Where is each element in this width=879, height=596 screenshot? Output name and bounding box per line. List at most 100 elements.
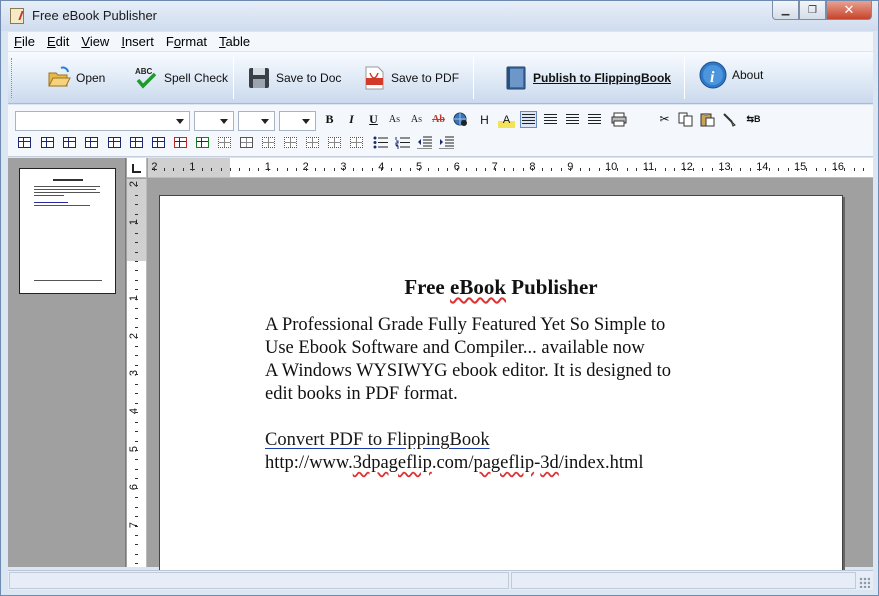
font-name-select[interactable] <box>15 111 190 131</box>
align-center-icon[interactable] <box>542 111 559 128</box>
ruler-tick <box>608 168 609 171</box>
url-part: 3dpageflip <box>352 453 432 473</box>
insert-row-above-icon[interactable] <box>39 134 56 151</box>
minimize-button[interactable]: ▁ <box>772 1 799 20</box>
toolbar-grip[interactable] <box>11 58 14 98</box>
svg-text:ABC: ABC <box>135 67 153 76</box>
ruler-tick <box>135 195 138 196</box>
title-bar[interactable]: Free eBook Publisher ▁ ❐ ✕ <box>1 1 878 31</box>
underline-button[interactable]: U <box>365 111 382 128</box>
paste-icon[interactable] <box>699 111 716 128</box>
align-left-icon[interactable] <box>520 111 537 128</box>
ruler-tick <box>306 168 307 171</box>
insert-column-right-icon[interactable] <box>128 134 145 151</box>
ruler-tick <box>135 185 138 186</box>
menu-edit[interactable]: Edit <box>47 34 69 49</box>
ruler-tick <box>419 168 420 171</box>
cell-border-top-icon[interactable] <box>304 134 321 151</box>
ruler-number: 15 <box>794 161 807 173</box>
strikethrough-icon[interactable]: Ab <box>430 111 447 128</box>
ruler-tick <box>135 346 138 347</box>
merge-cells-icon[interactable] <box>172 134 189 151</box>
numbered-list-icon[interactable] <box>394 134 411 151</box>
ruler-number: 4 <box>378 161 385 173</box>
ruler-tick <box>135 299 138 300</box>
italic-button[interactable]: I <box>343 111 360 128</box>
ruler-tick <box>617 168 618 171</box>
document-body[interactable]: Free eBook Publisher A Professional Grad… <box>265 276 765 475</box>
vertical-ruler[interactable]: 211234567 <box>127 179 147 567</box>
close-icon: ✕ <box>843 2 855 17</box>
ruler-number: 14 <box>756 161 769 173</box>
main-toolbar: Open ABC Spell Check Save to Doc Save to… <box>8 52 873 104</box>
menu-insert[interactable]: Insert <box>121 34 154 49</box>
page-thumbnails <box>8 158 126 567</box>
align-justify-icon[interactable] <box>564 111 581 128</box>
find-replace-icon[interactable]: ⇆B <box>745 111 762 128</box>
about-button[interactable]: i About <box>698 59 763 91</box>
insert-table-icon[interactable] <box>16 134 33 151</box>
ruler-tick <box>391 168 392 171</box>
ruler-tick <box>750 168 751 171</box>
globe-link-icon[interactable] <box>452 111 469 128</box>
highlight-select[interactable] <box>279 111 316 131</box>
cell-border-all-icon[interactable] <box>238 134 255 151</box>
minimize-icon: ▁ <box>781 4 790 16</box>
close-button[interactable]: ✕ <box>826 1 872 20</box>
ruler-tick <box>438 168 439 171</box>
ruler-number: 7 <box>491 161 498 173</box>
horizontal-ruler[interactable]: 2 1 1 2 3 4 5 6 7 8 9 10 11 12 13 14 15 16 <box>148 158 873 178</box>
font-size-select[interactable] <box>194 111 234 131</box>
ruler-tick <box>135 469 138 470</box>
font-color-select[interactable] <box>238 111 275 131</box>
subscript-icon[interactable]: AS <box>408 111 425 128</box>
menu-table[interactable]: Table <box>219 34 250 49</box>
page-thumbnail-1[interactable] <box>19 168 116 294</box>
publish-button[interactable]: Publish to FlippingBook <box>503 62 671 94</box>
cell-border-outside-icon[interactable] <box>260 134 277 151</box>
url-part: 3d <box>540 453 559 473</box>
ruler-tick <box>135 318 138 319</box>
ruler-tick <box>863 168 864 171</box>
copy-icon[interactable] <box>677 111 694 128</box>
maximize-button[interactable]: ❐ <box>799 1 826 20</box>
indent-decrease-icon[interactable] <box>416 134 433 151</box>
cell-border-inside-icon[interactable] <box>282 134 299 151</box>
print-icon[interactable] <box>610 111 627 128</box>
spell-check-button[interactable]: ABC Spell Check <box>134 62 228 94</box>
delete-row-icon[interactable] <box>83 134 100 151</box>
bold-button[interactable]: B <box>321 111 338 128</box>
format-painter-icon[interactable] <box>721 111 738 128</box>
save-to-doc-button[interactable]: Save to Doc <box>246 62 341 94</box>
document-page[interactable]: Free eBook Publisher A Professional Grad… <box>159 195 843 575</box>
save-to-pdf-button[interactable]: Save to PDF <box>361 62 459 94</box>
open-button[interactable]: Open <box>46 62 105 94</box>
menu-view[interactable]: View <box>81 34 109 49</box>
align-right-icon[interactable] <box>586 111 603 128</box>
book-icon <box>506 66 526 90</box>
save-to-doc-label: Save to Doc <box>276 71 342 85</box>
ruler-tick <box>211 168 212 171</box>
ruler-tick <box>135 261 138 262</box>
tab-stop-selector[interactable] <box>127 158 147 178</box>
cell-border-left-icon[interactable] <box>348 134 365 151</box>
cut-icon[interactable]: ✂ <box>656 111 673 128</box>
insert-column-left-icon[interactable] <box>106 134 123 151</box>
hyperlink[interactable]: Convert PDF to FlippingBook <box>265 430 490 450</box>
menu-format[interactable]: Format <box>166 34 207 49</box>
resize-grip-icon[interactable] <box>859 577 870 588</box>
ruler-tick <box>504 168 505 171</box>
menu-file[interactable]: File <box>14 34 35 49</box>
highlight-icon[interactable]: A <box>498 111 515 128</box>
insert-row-below-icon[interactable] <box>61 134 78 151</box>
ruler-tick <box>135 554 138 555</box>
indent-increase-icon[interactable] <box>438 134 455 151</box>
superscript-icon[interactable]: AS <box>386 111 403 128</box>
heading-button[interactable]: H <box>476 111 493 128</box>
split-cells-icon[interactable] <box>194 134 211 151</box>
delete-column-icon[interactable] <box>150 134 167 151</box>
ruler-tick <box>249 168 250 171</box>
bullet-list-icon[interactable] <box>372 134 389 151</box>
cell-border-none-icon[interactable] <box>216 134 233 151</box>
cell-border-bottom-icon[interactable] <box>326 134 343 151</box>
